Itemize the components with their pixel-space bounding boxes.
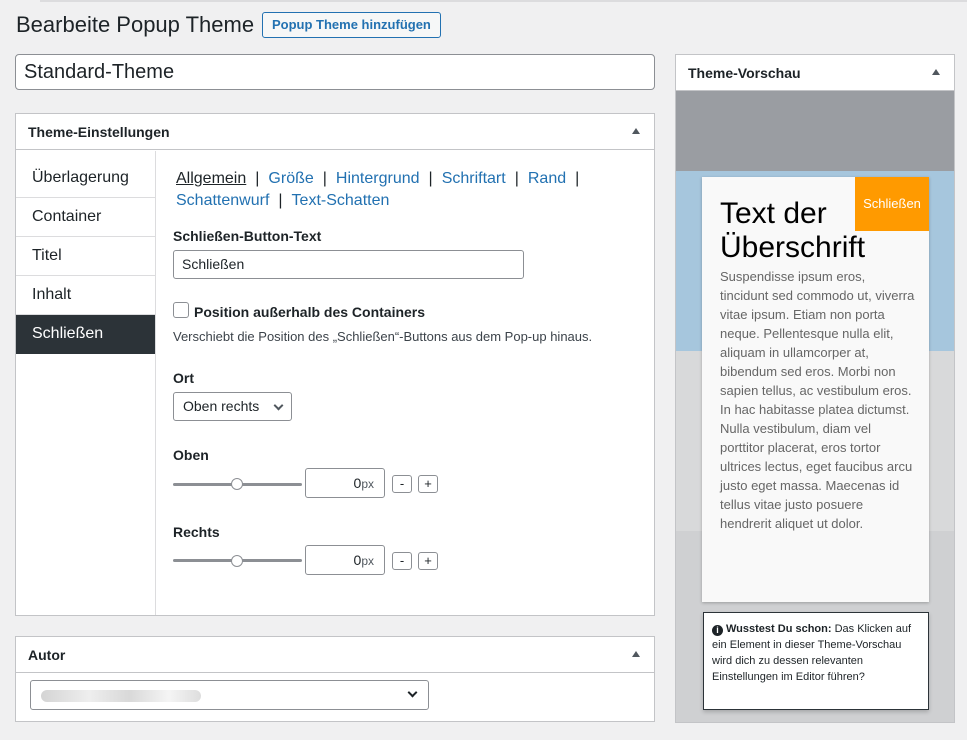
- author-box: Autor: [15, 636, 655, 722]
- author-value-redacted: [41, 690, 201, 702]
- vtab-overlay[interactable]: Überlagerung: [16, 159, 155, 198]
- theme-settings-box: Theme-Einstellungen Überlagerung Contain…: [15, 113, 655, 616]
- right-slider-handle[interactable]: [231, 555, 243, 567]
- theme-name-input[interactable]: Standard-Theme: [15, 54, 655, 90]
- theme-settings-heading: Theme-Einstellungen: [28, 124, 170, 140]
- collapse-toggle-icon[interactable]: [632, 651, 640, 657]
- outside-container-label: Position außerhalb des Containers: [194, 304, 426, 320]
- preview-popup[interactable]: Schließen Text der Überschrift Suspendis…: [702, 177, 929, 602]
- subtab-text-shadow[interactable]: Text-Schatten: [292, 192, 390, 209]
- close-text-label: Schließen-Button-Text: [173, 228, 322, 244]
- author-header[interactable]: Autor: [16, 637, 654, 673]
- vtab-content[interactable]: Inhalt: [16, 276, 155, 315]
- top-decrement-button[interactable]: -: [392, 475, 412, 493]
- top-increment-button[interactable]: +: [418, 475, 438, 493]
- outside-container-description: Verschiebt die Position des „Schließen“-…: [173, 329, 593, 344]
- right-decrement-button[interactable]: -: [392, 552, 412, 570]
- top-label: Oben: [173, 447, 209, 463]
- preview-popup-title[interactable]: Text der Überschrift: [720, 197, 870, 265]
- subtab-bar: Allgemein | Größe | Hintergrund | Schriftart | R…: [176, 170, 580, 209]
- preview-popup-content[interactable]: Suspendisse ipsum eros, tincidunt sed co…: [720, 267, 915, 533]
- location-select[interactable]: Oben rechts: [173, 392, 292, 421]
- preview-tip: i Wusstest Du schon: Das Klicken auf ein …: [703, 612, 929, 710]
- author-select[interactable]: [30, 680, 429, 710]
- info-icon: i: [712, 625, 723, 636]
- location-label: Ort: [173, 370, 194, 386]
- subtab-general[interactable]: Allgemein: [176, 170, 246, 187]
- right-value-input[interactable]: 0px: [305, 545, 385, 575]
- preview-background-site: Schließen Text der Überschrift Suspendis…: [676, 91, 954, 722]
- preview-site-header: [676, 91, 954, 171]
- theme-preview-box: Theme-Vorschau Schließen Text der Übersc…: [675, 54, 955, 723]
- right-unit: px: [361, 554, 374, 568]
- chevron-down-icon: [273, 400, 284, 411]
- vtab-title[interactable]: Titel: [16, 237, 155, 276]
- add-popup-theme-button[interactable]: Popup Theme hinzufügen: [262, 12, 441, 38]
- theme-preview-heading: Theme-Vorschau: [688, 65, 801, 81]
- collapse-toggle-icon[interactable]: [632, 128, 640, 134]
- vtab-container[interactable]: Container: [16, 198, 155, 237]
- subtab-background[interactable]: Hintergrund: [336, 170, 420, 187]
- location-select-value: Oben rechts: [183, 398, 260, 414]
- top-divider: [40, 0, 967, 2]
- subtab-border[interactable]: Rand: [528, 170, 566, 187]
- right-increment-button[interactable]: +: [418, 552, 438, 570]
- subtab-size[interactable]: Größe: [268, 170, 313, 187]
- theme-settings-header[interactable]: Theme-Einstellungen: [16, 114, 654, 150]
- author-heading: Autor: [28, 647, 66, 663]
- collapse-toggle-icon[interactable]: [932, 69, 940, 75]
- theme-preview-header[interactable]: Theme-Vorschau: [676, 55, 954, 91]
- subtab-font[interactable]: Schriftart: [442, 170, 506, 187]
- chevron-down-icon: [407, 687, 418, 698]
- top-unit: px: [361, 477, 374, 491]
- right-label: Rechts: [173, 524, 220, 540]
- page-title: Bearbeite Popup Theme: [16, 12, 255, 37]
- subtab-box-shadow[interactable]: Schattenwurf: [176, 192, 269, 209]
- top-slider-handle[interactable]: [231, 478, 243, 490]
- settings-vertical-tabs: Überlagerung Container Titel Inhalt Schl…: [16, 151, 156, 615]
- close-text-input[interactable]: Schließen: [173, 250, 524, 279]
- outside-container-checkbox[interactable]: [173, 302, 189, 318]
- tip-bold: Wusstest Du schon:: [726, 623, 832, 635]
- top-value-input[interactable]: 0px: [305, 468, 385, 498]
- vtab-close[interactable]: Schließen: [16, 315, 155, 354]
